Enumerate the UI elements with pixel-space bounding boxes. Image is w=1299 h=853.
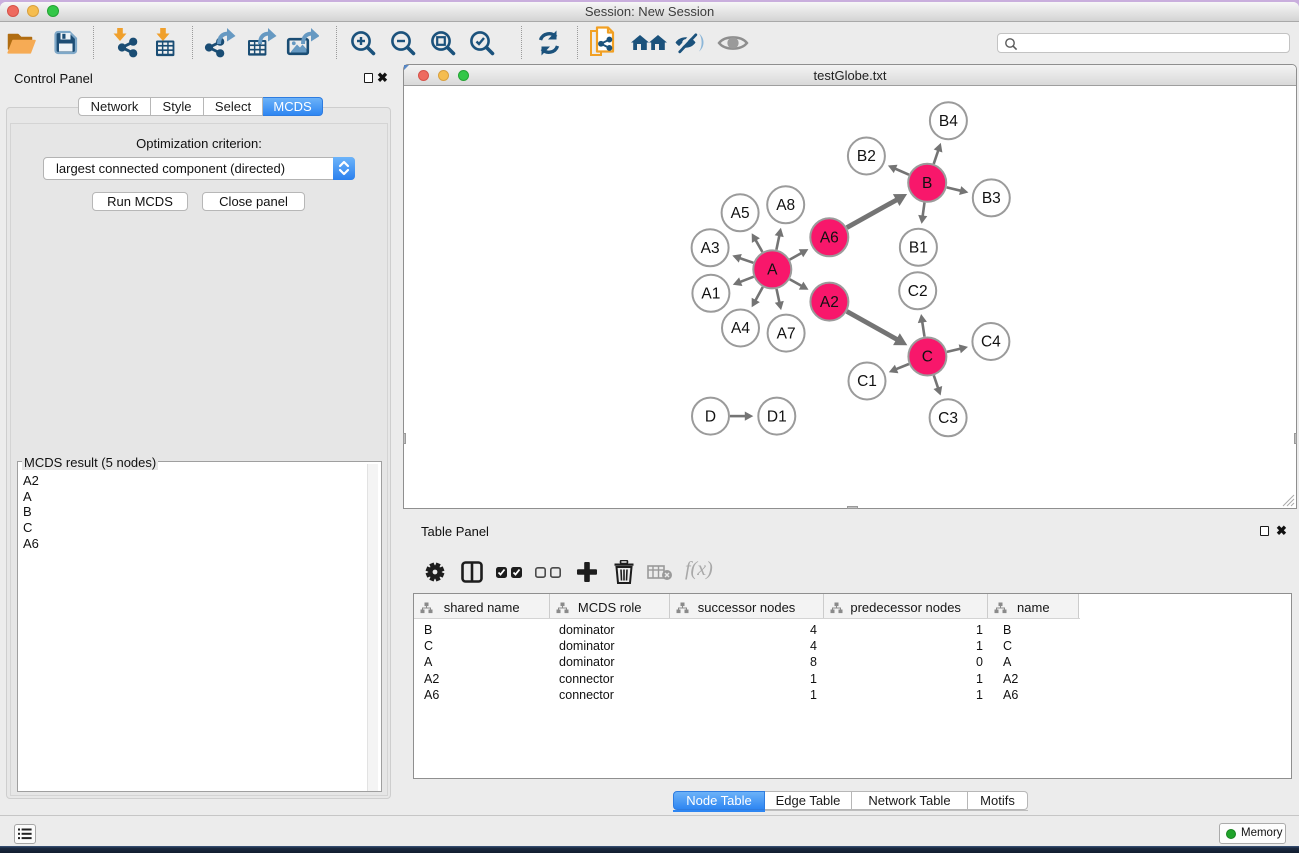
svg-text:A8: A8 (776, 197, 795, 214)
svg-text:C: C (922, 349, 933, 366)
svg-text:A3: A3 (701, 240, 720, 257)
svg-text:B4: B4 (939, 113, 958, 130)
svg-text:D1: D1 (767, 408, 787, 425)
svg-text:A4: A4 (731, 320, 750, 337)
svg-text:B2: B2 (857, 148, 876, 165)
svg-text:D: D (705, 408, 716, 425)
svg-text:A: A (767, 262, 778, 279)
svg-text:A2: A2 (820, 294, 839, 311)
svg-text:A7: A7 (777, 325, 796, 342)
svg-text:C4: C4 (981, 334, 1001, 351)
svg-text:C3: C3 (938, 410, 958, 427)
svg-text:C2: C2 (908, 283, 928, 300)
svg-text:A5: A5 (731, 205, 750, 222)
svg-text:B3: B3 (982, 190, 1001, 207)
svg-text:B: B (922, 175, 932, 192)
svg-text:C1: C1 (857, 373, 877, 390)
svg-text:A1: A1 (701, 286, 720, 303)
svg-text:A6: A6 (820, 230, 839, 247)
svg-text:B1: B1 (909, 239, 928, 256)
